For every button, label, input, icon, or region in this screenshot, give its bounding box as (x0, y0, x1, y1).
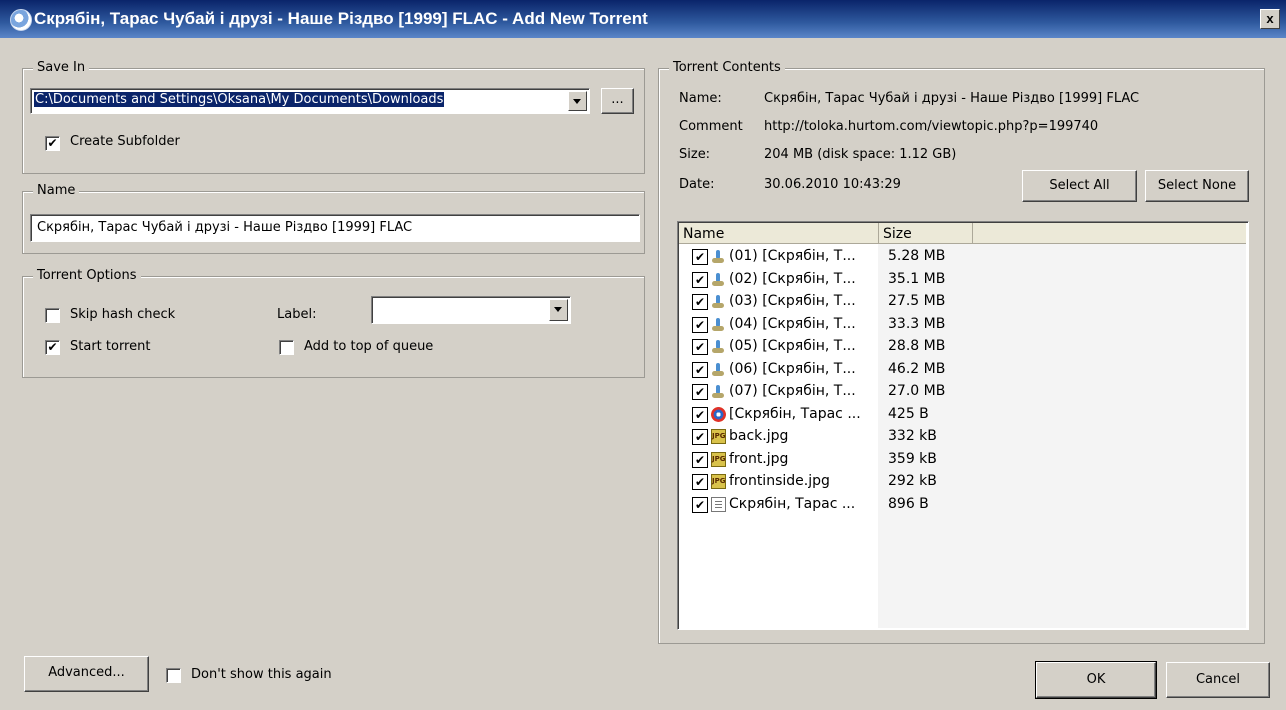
file-checkbox[interactable]: ✔ (692, 249, 708, 265)
info-comment-key: Comment (679, 119, 743, 134)
file-checkbox[interactable]: ✔ (692, 406, 708, 423)
name-legend: Name (33, 183, 80, 198)
file-size: 896 B (888, 495, 929, 512)
file-checkbox[interactable]: ✔ (692, 384, 708, 400)
audio-file-icon (711, 294, 726, 309)
torrent-name-input[interactable]: Скрябін, Тарас Чубай і друзі - Наше Різд… (30, 214, 640, 242)
file-size: 28.8 MB (888, 338, 946, 354)
file-checkbox[interactable]: ✔ (692, 339, 708, 355)
audio-file-icon (711, 272, 726, 287)
file-size: 292 kB (888, 473, 937, 489)
info-name-value: Скрябін, Тарас Чубай і друзі - Наше Різд… (764, 91, 1140, 106)
cancel-button[interactable]: Cancel (1166, 662, 1270, 698)
browse-button[interactable]: ... (601, 88, 634, 114)
torrent-options-legend: Torrent Options (33, 268, 141, 283)
window-title: Скрябін, Тарас Чубай і друзі - Наше Різд… (34, 9, 648, 28)
file-name: (04) [Скрябін, Т... (729, 315, 856, 332)
add-top-queue-label: Add to top of queue (304, 339, 434, 354)
file-name: [Скрябін, Тарас ... (729, 405, 861, 422)
info-name-key: Name: (679, 91, 722, 106)
file-checkbox[interactable]: ✔ (692, 496, 708, 513)
file-size: 35.1 MB (888, 270, 946, 287)
select-none-button[interactable]: Select None (1145, 170, 1249, 202)
file-size: 359 kB (888, 450, 937, 467)
create-subfolder-label: Create Subfolder (70, 134, 180, 149)
file-list-header: Name Size (679, 223, 1246, 244)
create-subfolder-checkbox[interactable]: ✔ (45, 136, 60, 151)
column-header-name[interactable]: Name (679, 223, 879, 243)
title-bar: Скрябін, Тарас Чубай і друзі - Наше Різд… (0, 0, 1286, 38)
file-size: 5.28 MB (888, 248, 946, 264)
file-checkbox[interactable]: ✔ (692, 429, 708, 445)
file-checkbox[interactable]: ✔ (692, 451, 708, 468)
advanced-button[interactable]: Advanced... (24, 656, 149, 692)
audio-file-icon (711, 362, 726, 377)
audio-file-icon (711, 339, 726, 354)
skip-hash-label: Skip hash check (70, 307, 176, 322)
file-name: (06) [Скрябін, Т... (729, 360, 856, 377)
label-label: Label: (277, 307, 317, 322)
torrent-options-group: Torrent Options (22, 268, 645, 378)
torrent-name-value: Скрябін, Тарас Чубай і друзі - Наше Різд… (37, 220, 413, 235)
file-name: front.jpg (729, 450, 789, 467)
jpg-file-icon: JPG (711, 474, 726, 489)
start-torrent-checkbox[interactable]: ✔ (45, 340, 60, 355)
info-date-key: Date: (679, 177, 715, 192)
file-size: 332 kB (888, 428, 937, 444)
file-size: 425 B (888, 405, 929, 422)
save-in-legend: Save In (33, 60, 90, 75)
skip-hash-checkbox[interactable] (45, 308, 60, 323)
file-name: (02) [Скрябін, Т... (729, 270, 856, 287)
jpg-file-icon: JPG (711, 451, 726, 467)
file-name: (01) [Скрябін, Т... (729, 248, 856, 264)
label-combobox[interactable] (371, 296, 571, 324)
file-size: 27.5 MB (888, 293, 946, 309)
file-name: (03) [Скрябін, Т... (729, 293, 856, 309)
file-size: 46.2 MB (888, 360, 946, 377)
ok-button[interactable]: OK (1035, 661, 1157, 699)
file-name: (05) [Скрябін, Т... (729, 338, 856, 354)
audio-file-icon (711, 317, 726, 332)
column-header-size[interactable]: Size (879, 223, 973, 243)
jpg-file-icon: JPG (711, 429, 726, 444)
file-checkbox[interactable]: ✔ (692, 294, 708, 310)
select-all-button[interactable]: Select All (1022, 170, 1137, 202)
start-torrent-label: Start torrent (70, 339, 151, 354)
file-list[interactable]: Name Size ✔ (01) [Скрябін, Т... 5.28 MB ✔ (0… (677, 221, 1249, 630)
dont-show-again-label: Don't show this again (191, 667, 332, 682)
add-top-queue-checkbox[interactable] (279, 340, 294, 355)
label-dropdown-arrow-icon[interactable] (549, 299, 568, 321)
file-checkbox[interactable]: ✔ (692, 316, 708, 333)
info-date-value: 30.06.2010 10:43:29 (764, 177, 901, 192)
dont-show-again-checkbox[interactable] (166, 668, 181, 683)
audio-file-icon (711, 384, 726, 399)
file-name: frontinside.jpg (729, 473, 830, 489)
torrent-contents-legend: Torrent Contents (669, 60, 785, 75)
file-checkbox[interactable]: ✔ (692, 271, 708, 288)
utorrent-logo-icon (10, 9, 32, 31)
save-in-group: Save In (22, 60, 645, 174)
info-size-key: Size: (679, 147, 711, 162)
save-path-combobox[interactable]: C:\Documents and Settings\Oksana\My Docu… (30, 88, 590, 114)
file-name: Скрябін, Тарас ... (729, 495, 856, 512)
close-button[interactable]: x (1260, 9, 1280, 29)
file-name: (07) [Скрябін, Т... (729, 383, 856, 399)
save-path-dropdown-arrow-icon[interactable] (568, 91, 587, 111)
text-file-icon (711, 496, 726, 512)
file-checkbox[interactable]: ✔ (692, 361, 708, 378)
file-size: 27.0 MB (888, 383, 946, 399)
file-checkbox[interactable]: ✔ (692, 474, 708, 490)
cue-file-icon (711, 406, 726, 422)
save-path-value: C:\Documents and Settings\Oksana\My Docu… (34, 92, 445, 107)
file-size: 33.3 MB (888, 315, 946, 332)
file-name: back.jpg (729, 428, 789, 444)
info-size-value: 204 MB (disk space: 1.12 GB) (764, 147, 957, 162)
info-comment-value: http://toloka.hurtom.com/viewtopic.php?p… (764, 119, 1099, 134)
audio-file-icon (711, 249, 726, 264)
